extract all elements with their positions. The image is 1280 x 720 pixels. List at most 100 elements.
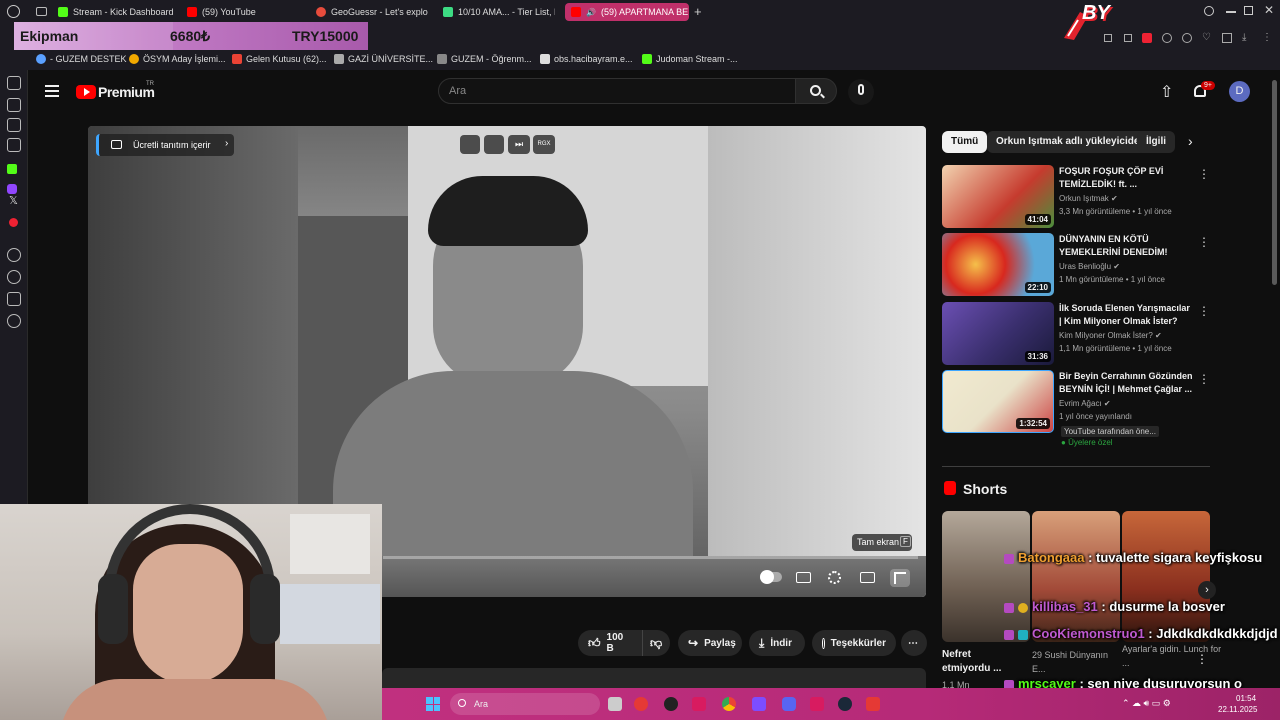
- more-actions-button[interactable]: ⋯: [901, 630, 927, 656]
- bookmark-osym[interactable]: ÖSYM Aday İşlemi...: [129, 54, 226, 64]
- video-thumbnail[interactable]: 22:10: [942, 233, 1054, 296]
- fullscreen-button[interactable]: [890, 569, 910, 587]
- short-title[interactable]: Ayarlar'a gidin. Lunch for ...: [1122, 642, 1226, 670]
- bookmark-gazi[interactable]: GAZİ ÜNİVERSİTE...: [334, 54, 433, 64]
- avatar[interactable]: D: [1229, 81, 1250, 102]
- more-options-icon[interactable]: ⋮: [1198, 167, 1210, 181]
- bookmark-guzem-ogrenme[interactable]: GUZEM - Öğrenm...: [437, 54, 532, 64]
- dislike-button[interactable]: 👎︎: [642, 630, 670, 656]
- sidebar-icon[interactable]: [7, 98, 21, 112]
- search-button[interactable]: [795, 78, 837, 104]
- obs-icon[interactable]: [664, 697, 678, 711]
- skip-next-icon[interactable]: ⏭: [508, 135, 530, 154]
- heart-icon[interactable]: ♡: [1202, 32, 1211, 43]
- video-thumbnail[interactable]: 41:04: [942, 165, 1054, 228]
- taskbar-search[interactable]: Ara: [450, 693, 600, 715]
- kick-icon[interactable]: [7, 164, 17, 174]
- recommendation-item[interactable]: 22:10 DÜNYANIN EN KÖTÜ YEMEKLERİNİ DENED…: [942, 233, 1212, 297]
- short-thumbnail[interactable]: [1032, 511, 1120, 642]
- notifications-button[interactable]: 9+: [1192, 81, 1215, 101]
- chevron-right-icon[interactable]: ›: [1188, 133, 1193, 149]
- more-options-icon[interactable]: ⋮: [1198, 235, 1210, 249]
- app-icon[interactable]: [810, 697, 824, 711]
- system-tray[interactable]: ⌃ ☁ 🔊︎ ▭ ⚙: [1122, 698, 1222, 710]
- browser-menu-icon[interactable]: [7, 5, 20, 18]
- download-button[interactable]: ⤓ İndir: [749, 630, 805, 656]
- channel-badge[interactable]: RGX: [533, 135, 555, 154]
- more-options-icon[interactable]: ⋮: [1198, 372, 1210, 386]
- x-icon[interactable]: 𝕏: [9, 194, 18, 207]
- tab-tierlist[interactable]: 10/10 AMA... - Tier List, K: [443, 3, 555, 21]
- tab-kick-dashboard[interactable]: Stream - Kick Dashboard: [58, 3, 178, 21]
- new-tab-button[interactable]: +: [694, 4, 702, 19]
- app-icon[interactable]: [752, 697, 766, 711]
- hamburger-menu-icon[interactable]: [45, 85, 59, 97]
- menu-icon[interactable]: ⋮: [1262, 32, 1272, 43]
- app-icon[interactable]: [634, 697, 648, 711]
- cast-icon[interactable]: [484, 135, 504, 154]
- windows-start-icon[interactable]: [426, 697, 440, 711]
- speaker-icon[interactable]: 🔊: [586, 8, 596, 17]
- subtitles-icon[interactable]: [796, 572, 811, 583]
- recommendation-item[interactable]: 41:04 FOŞUR FOŞUR ÇÖP EVİ TEMİZLEDİK! ft…: [942, 165, 1212, 229]
- shorts-next-button[interactable]: ›: [1198, 581, 1216, 599]
- sidebar-icon[interactable]: [7, 76, 21, 90]
- chip-related[interactable]: İlgili: [1137, 131, 1175, 153]
- more-options-icon[interactable]: ⋮: [1196, 652, 1208, 666]
- sidebar-icon[interactable]: [7, 138, 21, 152]
- clock-date[interactable]: 22.11.2025: [1218, 705, 1257, 714]
- miniplayer-icon[interactable]: [460, 135, 480, 154]
- extension-icon[interactable]: [1162, 33, 1172, 43]
- like-button[interactable]: 👍︎ 100 B: [578, 630, 642, 656]
- discord-icon[interactable]: [782, 697, 796, 711]
- chip-from-uploader[interactable]: Orkun Işıtmak adlı yükleyiciden: [987, 131, 1155, 153]
- description-box[interactable]: [382, 668, 926, 688]
- recommendation-item[interactable]: 1:32:54 Bir Beyin Cerrahının Gözünden BE…: [942, 370, 1212, 450]
- workspace-icon[interactable]: [36, 7, 47, 16]
- recommendation-item[interactable]: 31:36 İlk Soruda Elenen Yarışmacılar | K…: [942, 302, 1212, 366]
- play-icon[interactable]: [7, 248, 21, 262]
- share-button[interactable]: ↪ Paylaş: [678, 630, 742, 656]
- more-options-icon[interactable]: ⋮: [1198, 304, 1210, 318]
- tab-geoguessr[interactable]: GeoGuessr - Let's explor: [316, 3, 428, 21]
- tab-youtube[interactable]: (59) YouTube: [187, 3, 297, 21]
- extension-icon[interactable]: [1142, 33, 1152, 43]
- sidebar-icon[interactable]: [7, 118, 21, 132]
- bookmark-guzem-destek[interactable]: - GUZEM DESTEK: [36, 54, 127, 64]
- page-scrollbar[interactable]: [1272, 80, 1277, 285]
- short-title[interactable]: Nefret etmiyordu ...: [942, 648, 1012, 676]
- maximize-icon[interactable]: [1244, 6, 1253, 15]
- short-thumbnail[interactable]: [1122, 511, 1210, 642]
- extension-icon[interactable]: [7, 292, 21, 306]
- app-icon[interactable]: [9, 218, 18, 227]
- clock-time[interactable]: 01:54: [1236, 694, 1256, 703]
- voice-search-button[interactable]: [848, 79, 874, 105]
- upload-icon[interactable]: ⇧: [1160, 82, 1173, 102]
- download-icon[interactable]: ⤓: [1242, 32, 1246, 43]
- video-thumbnail[interactable]: 1:32:54: [942, 370, 1054, 433]
- bookmark-judoman[interactable]: Judoman Stream -...: [642, 54, 738, 64]
- settings-icon[interactable]: [7, 314, 21, 328]
- theater-mode-icon[interactable]: [860, 572, 875, 583]
- app-icon[interactable]: [866, 697, 880, 711]
- bookmark-gmail[interactable]: Gelen Kutusu (62)...: [232, 54, 327, 64]
- short-title[interactable]: 29 Sushi Dünyanın E...: [1032, 648, 1120, 676]
- bookmark-obs[interactable]: obs.hacibayram.e...: [540, 54, 633, 64]
- task-view-icon[interactable]: [608, 697, 622, 711]
- paid-promotion-badge[interactable]: Ücretli tanıtım içerir ›: [96, 134, 234, 156]
- progress-bar[interactable]: [383, 556, 918, 559]
- app-icon[interactable]: [692, 697, 706, 711]
- close-icon[interactable]: ✕: [1264, 3, 1274, 17]
- settings-icon[interactable]: [828, 571, 841, 584]
- extension-icon[interactable]: [1182, 33, 1192, 43]
- thanks-button[interactable]: Teşekkürler: [812, 630, 896, 656]
- twitch-icon[interactable]: [7, 184, 17, 194]
- video-thumbnail[interactable]: 31:36: [942, 302, 1054, 365]
- tab-active-apartmana[interactable]: 🔊 (59) APARTMANA BE: [565, 3, 689, 21]
- minimize-icon[interactable]: [1226, 11, 1236, 13]
- puzzle-icon[interactable]: [1222, 33, 1232, 43]
- extension-icon[interactable]: [1124, 34, 1132, 42]
- chrome-icon[interactable]: [722, 697, 736, 711]
- youtube-logo[interactable]: Premium TR: [76, 81, 156, 101]
- short-thumbnail[interactable]: [942, 511, 1030, 642]
